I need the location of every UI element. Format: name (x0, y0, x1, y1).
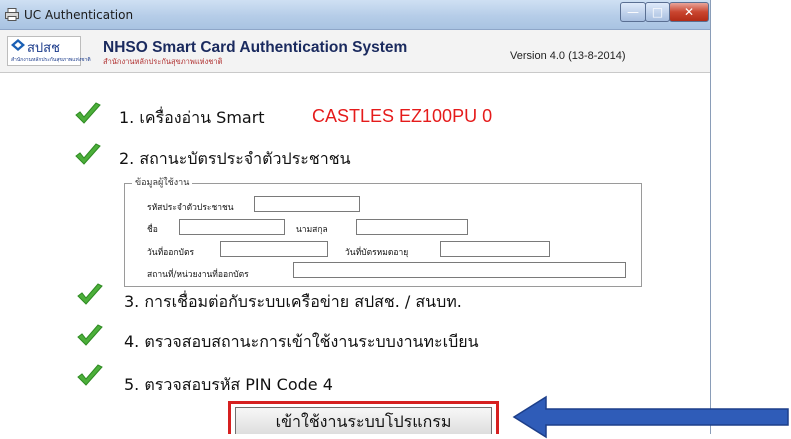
citizen-id-label: รหัสประจำตัวประชาชน (147, 203, 234, 213)
check-icon (75, 143, 101, 165)
logo-text: สปสช (27, 41, 60, 56)
login-button[interactable]: เข้าใช้งานระบบโปรแกรม (235, 407, 492, 434)
reader-name: CASTLES EZ100PU 0 (312, 106, 493, 126)
maximize-button[interactable]: □ (645, 2, 670, 22)
step-pin-code: 5. ตรวจสอบรหัส PIN Code 4 (124, 375, 333, 394)
step-registration: 4. ตรวจสอบสถานะการเข้าใช้งานระบบงานทะเบี… (124, 332, 479, 351)
arrow-left-icon (512, 395, 789, 439)
last-name-label: นามสกุล (296, 225, 328, 235)
issue-date-label: วันที่ออกบัตร (147, 248, 195, 258)
issue-date-field[interactable] (220, 241, 328, 257)
nhso-emblem-icon (11, 39, 25, 51)
app-header: สปสช สำนักงานหลักประกันสุขภาพแห่งชาติ NH… (0, 30, 710, 73)
version-label: Version 4.0 (13-8-2014) (510, 50, 626, 62)
minimize-button[interactable]: — (620, 2, 646, 22)
expire-date-field[interactable] (440, 241, 550, 257)
check-icon (75, 102, 101, 124)
first-name-field[interactable] (179, 219, 285, 235)
user-info-legend: ข้อมูลผู้ใช้งาน (132, 175, 193, 189)
step-network: 3. การเชื่อมต่อกับระบบเครือข่าย สปสช. / … (124, 292, 462, 311)
check-icon (77, 364, 103, 386)
printer-icon (5, 8, 19, 21)
app-title: NHSO Smart Card Authentication System (103, 39, 408, 56)
citizen-id-field[interactable] (254, 196, 360, 212)
step-card-status: 2. สถานะบัตรประจำตัวประชาชน (119, 149, 351, 168)
first-name-label: ชื่อ (147, 225, 158, 235)
app-subtitle: สำนักงานหลักประกันสุขภาพแห่งชาติ (103, 57, 223, 66)
last-name-field[interactable] (356, 219, 468, 235)
expire-date-label: วันที่บัตรหมดอายุ (345, 248, 409, 258)
logo-subtext: สำนักงานหลักประกันสุขภาพแห่งชาติ (11, 57, 91, 63)
app-window: UC Authentication — □ ✕ สปสช สำนักงานหลั… (0, 0, 711, 434)
step-card-reader: 1. เครื่องอ่าน Smart (119, 108, 265, 127)
window-title: UC Authentication (24, 8, 134, 22)
close-button[interactable]: ✕ (669, 2, 709, 22)
check-icon (77, 324, 103, 346)
issue-place-field[interactable] (293, 262, 626, 278)
issue-place-label: สถานที่/หน่วยงานที่ออกบัตร (147, 270, 249, 280)
nhso-logo: สปสช สำนักงานหลักประกันสุขภาพแห่งชาติ (7, 36, 91, 66)
title-bar[interactable]: UC Authentication — □ ✕ (0, 0, 710, 30)
check-icon (77, 283, 103, 305)
